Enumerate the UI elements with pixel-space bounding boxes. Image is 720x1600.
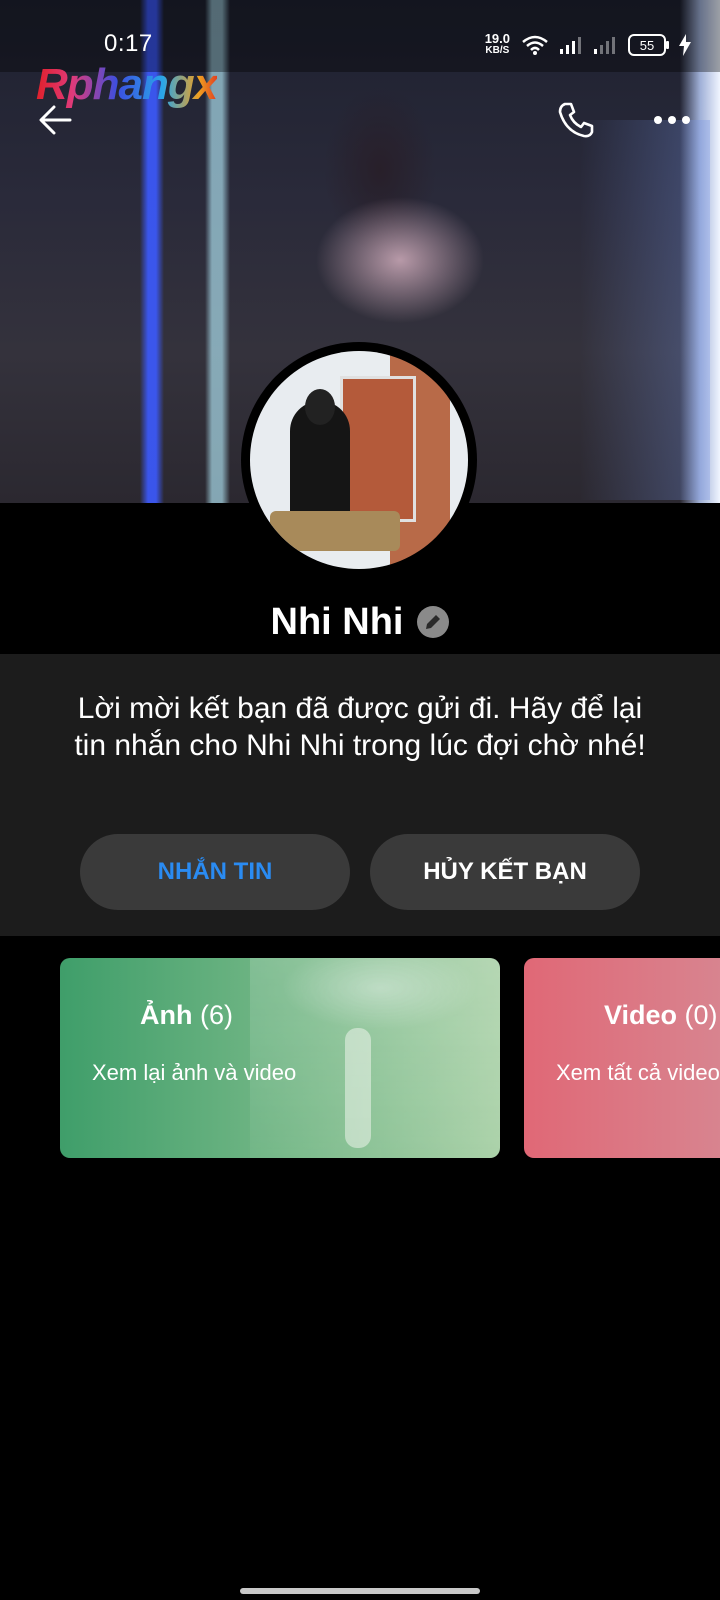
thumbnail-figure (345, 1028, 371, 1148)
home-indicator[interactable] (240, 1588, 480, 1594)
avatar-head (305, 389, 335, 425)
photos-card-title: Ảnh (6) (140, 1000, 233, 1031)
message-button[interactable]: NHẮN TIN (80, 834, 350, 910)
net-speed: 19.0 KB/S (484, 31, 510, 57)
profile-name: Nhi Nhi (270, 600, 404, 643)
back-arrow-icon[interactable] (36, 100, 76, 140)
cover-light (580, 120, 710, 500)
video-count: (0) (684, 1000, 718, 1030)
avatar-door (340, 376, 416, 522)
unfriend-button[interactable]: HỦY KẾT BẠN (370, 834, 640, 910)
status-time: 0:17 (104, 30, 153, 57)
avatar[interactable] (250, 351, 468, 569)
signal-icon (560, 37, 581, 54)
video-card-title: Video (0) (604, 1000, 718, 1031)
avatar-basket (270, 511, 400, 551)
video-title-text: Video (604, 1000, 678, 1030)
charging-icon (679, 34, 691, 56)
video-card[interactable]: Video (0) Xem tất cả video (524, 958, 720, 1158)
edit-pencil-icon[interactable] (417, 606, 450, 638)
battery-icon: 55 (628, 34, 669, 56)
wifi-icon (522, 35, 548, 55)
photos-card-subtitle: Xem lại ảnh và video (92, 1060, 297, 1085)
photos-title-text: Ảnh (140, 1000, 193, 1030)
signal-icon-2 (594, 37, 615, 54)
net-speed-value: 19.0 (484, 31, 510, 46)
photos-card[interactable]: Ảnh (6) Xem lại ảnh và video (60, 958, 500, 1158)
photos-card-thumbnail (250, 958, 500, 1158)
more-icon[interactable] (652, 110, 692, 130)
phone-icon[interactable] (556, 100, 596, 140)
net-speed-unit: KB/S (485, 45, 510, 56)
profile-name-row: Nhi Nhi (0, 596, 720, 648)
friend-request-message: Lời mời kết bạn đã được gửi đi. Hãy để l… (74, 692, 646, 762)
photos-count: (6) (200, 1000, 233, 1030)
video-card-subtitle: Xem tất cả video (556, 1060, 720, 1085)
status-bar-right: 19.0 KB/S 55 (485, 30, 692, 60)
